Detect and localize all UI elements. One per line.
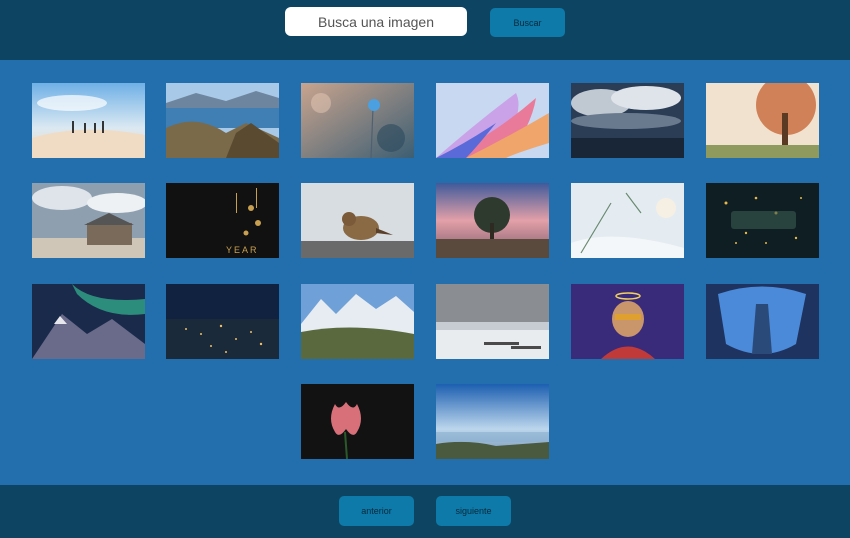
lake-mountains-image[interactable] [166, 83, 279, 158]
snowy-branch-image[interactable] [571, 183, 684, 258]
snowy-peaks-image[interactable] [301, 284, 414, 359]
previous-page-button[interactable]: anterior [339, 496, 414, 526]
tree-sunset-image[interactable] [436, 183, 549, 258]
search-input[interactable] [285, 7, 467, 36]
cabin-clouds-image[interactable] [32, 183, 145, 258]
flower-bokeh-image[interactable] [301, 83, 414, 158]
aurora-mountains-image[interactable] [32, 284, 145, 359]
search-button[interactable]: Buscar [490, 8, 565, 37]
night-city-image[interactable] [166, 284, 279, 359]
ape-cartoon-image[interactable] [571, 284, 684, 359]
svg-text:YEAR: YEAR [226, 245, 259, 255]
pagination-bar: anterior siguiente [0, 485, 850, 538]
winter-dock-image[interactable] [436, 284, 549, 359]
beach-family-image[interactable] [32, 83, 145, 158]
next-page-button[interactable]: siguiente [436, 496, 511, 526]
fireworks-2022-image[interactable] [706, 183, 819, 258]
skyscraper-fisheye-image[interactable] [706, 284, 819, 359]
storm-clouds-image[interactable] [571, 83, 684, 158]
new-year-2022-image[interactable]: YEAR [166, 183, 279, 258]
header-bar: Buscar [0, 0, 850, 60]
bird-image[interactable] [301, 183, 414, 258]
image-gallery: YEAR [0, 60, 850, 485]
tulip-image[interactable] [301, 384, 414, 459]
autumn-tree-image[interactable] [706, 83, 819, 158]
abstract-waves-image[interactable] [436, 83, 549, 158]
coastal-sky-image[interactable] [436, 384, 549, 459]
